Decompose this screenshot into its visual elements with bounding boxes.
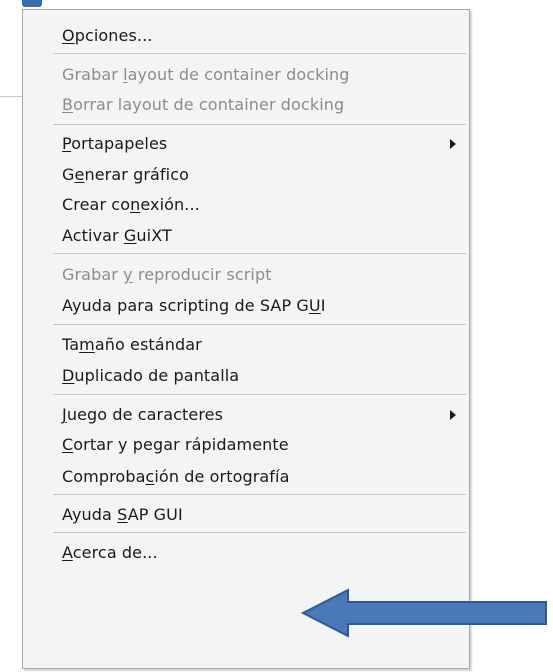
menu-item-label: Generar gráfico — [62, 165, 189, 184]
menu-separator — [53, 124, 466, 125]
submenu-arrow-icon — [450, 139, 456, 149]
menu-separator — [53, 394, 466, 395]
menu-item-label: Crear conexión... — [62, 195, 200, 214]
menu-item-label: Juego de caracteres — [62, 405, 224, 424]
menu-item-tamano-estandar[interactable]: Tamaño estándar — [23, 330, 469, 360]
menu-item-label: Borrar layout de container docking — [62, 95, 345, 114]
menu-item-label: Grabar y reproducir script — [62, 265, 272, 284]
menu-item-label: Ayuda SAP GUI — [62, 505, 183, 524]
menu-separator — [53, 532, 466, 533]
menu-item-label: Grabar layout de container docking — [62, 65, 350, 84]
menu-item-grabar-layout: Grabar layout de container docking — [23, 60, 469, 90]
menu-item-juego-caracteres[interactable]: Juego de caracteres — [23, 400, 469, 430]
background-line — [0, 96, 22, 97]
menu-item-duplicado-pantalla[interactable]: Duplicado de pantalla — [23, 361, 469, 391]
menu-item-label: Cortar y pegar rápidamente — [62, 435, 289, 454]
menu-item-portapapeles[interactable]: Portapapeles — [23, 129, 469, 159]
menu-item-borrar-layout: Borrar layout de container docking — [23, 90, 469, 120]
menu-item-label: Duplicado de pantalla — [62, 366, 240, 385]
context-menu: Opciones... Grabar layout de container d… — [22, 9, 470, 669]
menu-item-grabar-script: Grabar y reproducir script — [23, 260, 469, 290]
submenu-arrow-icon — [450, 410, 456, 420]
menu-item-ayuda-scripting[interactable]: Ayuda para scripting de SAP GUI — [23, 291, 469, 321]
menu-item-label: Acerca de... — [62, 543, 158, 562]
menu-item-comprobacion-ortografia[interactable]: Comprobación de ortografía — [23, 462, 469, 492]
menu-item-cortar-pegar[interactable]: Cortar y pegar rápidamente — [23, 430, 469, 460]
menu-separator — [53, 324, 466, 325]
menu-item-label: Comprobación de ortografía — [62, 467, 290, 486]
menu-separator — [53, 53, 466, 54]
menu-item-activar-guixt[interactable]: Activar GuiXT — [23, 221, 469, 251]
window-icon — [22, 0, 42, 7]
menu-item-label: Opciones... — [62, 26, 153, 45]
menu-item-acerca-de[interactable]: Acerca de... — [23, 538, 469, 568]
menu-item-crear-conexion[interactable]: Crear conexión... — [23, 190, 469, 220]
menu-separator — [53, 494, 466, 495]
menu-item-label: Tamaño estándar — [62, 335, 202, 354]
menu-item-label: Activar GuiXT — [62, 226, 172, 245]
menu-separator — [53, 253, 466, 254]
menu-item-opciones[interactable]: Opciones... — [23, 21, 469, 51]
pointer-arrow-icon — [300, 588, 547, 638]
menu-item-label: Ayuda para scripting de SAP GUI — [62, 296, 326, 315]
menu-item-ayuda-sap-gui[interactable]: Ayuda SAP GUI — [23, 500, 469, 530]
menu-item-generar-grafico[interactable]: Generar gráfico — [23, 160, 469, 190]
menu-item-label: Portapapeles — [62, 134, 168, 153]
